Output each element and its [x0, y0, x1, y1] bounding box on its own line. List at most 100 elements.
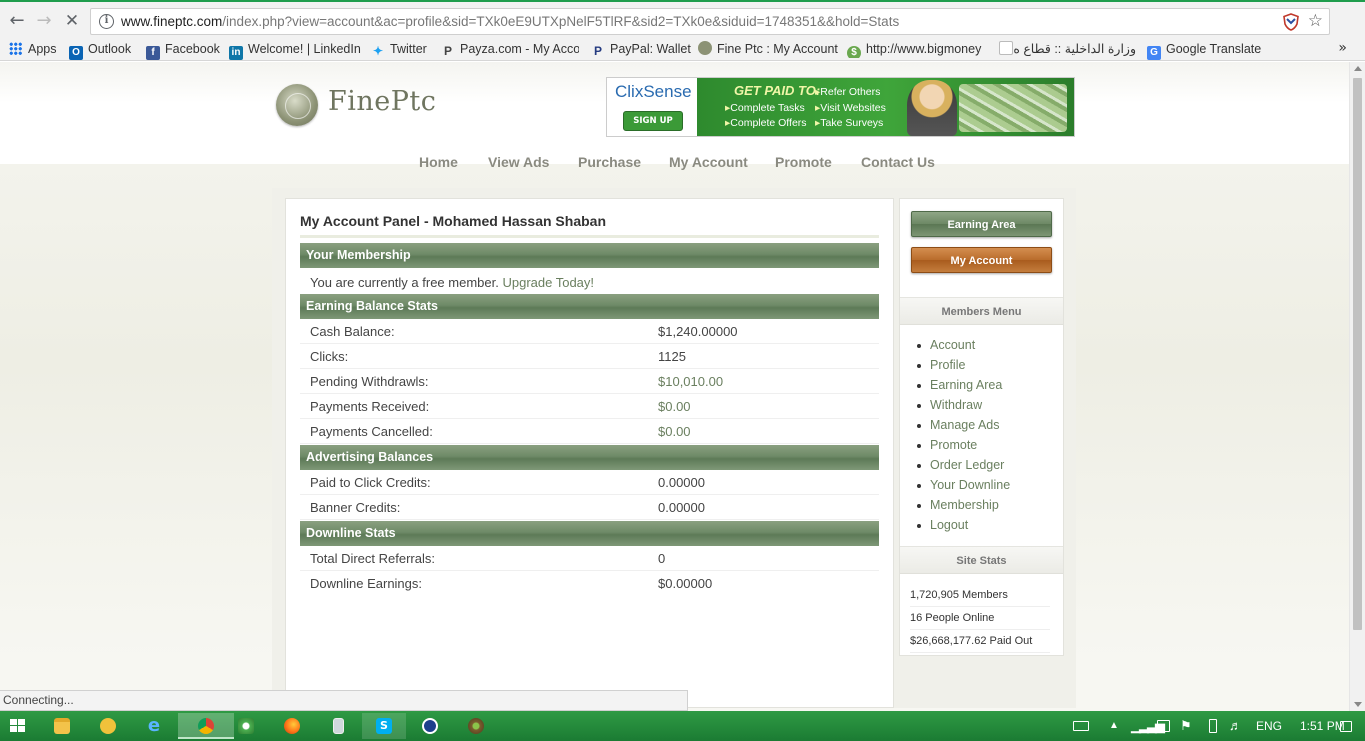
security-shield-icon[interactable]	[1283, 13, 1299, 31]
site-stats-heading: Site Stats	[900, 546, 1063, 574]
file-explorer-icon[interactable]	[40, 713, 84, 739]
bookmark-facebook[interactable]: f Facebook	[146, 40, 220, 60]
pending-withdrawals-value[interactable]: $10,010.00	[658, 369, 723, 394]
skype-icon[interactable]: S	[362, 713, 406, 739]
bookmark-ministry[interactable]: وزارة الداخلية :: قطاع ه	[998, 40, 1136, 58]
account-panel: My Account Panel - Mohamed Hassan Shaban…	[285, 198, 894, 708]
windows-taskbar: e S ▲ ▁▂▃▅ ⚑ ♬ ENG 1:51 PM	[0, 711, 1365, 741]
menu-item-order-ledger[interactable]: Order Ledger	[914, 455, 1010, 475]
menu-item-profile[interactable]: Profile	[914, 355, 1010, 375]
fineptc-seal-logo-icon[interactable]	[276, 84, 318, 126]
paypal-icon: P	[593, 44, 602, 58]
banner-brand: ClixSense	[615, 82, 692, 101]
bookmark-payza[interactable]: P Payza.com - My Acco	[441, 40, 579, 58]
email-app-icon[interactable]	[86, 713, 130, 739]
app-icon[interactable]	[454, 713, 498, 739]
clock-time[interactable]: 1:51 PM	[1300, 711, 1345, 741]
payments-received-value[interactable]: $0.00	[658, 394, 691, 419]
fineptc-icon	[698, 41, 712, 55]
nav-promote[interactable]: Promote	[775, 154, 832, 170]
stat-paid-out: $26,668,177.62 Paid Out	[910, 630, 1050, 653]
bookmarks-bar: Apps O Outlook f Facebook in Welcome! | Lin…	[0, 37, 1365, 61]
ie-alt-icon[interactable]	[408, 713, 452, 739]
downline-earnings-value: $0.00000	[658, 576, 713, 591]
bookmark-linkedin[interactable]: in Welcome! | LinkedIn	[229, 40, 361, 60]
linkedin-icon: in	[229, 46, 243, 60]
bookmark-google-translate[interactable]: G Google Translate	[1147, 40, 1261, 60]
divider	[300, 235, 879, 238]
table-row: Paid to Click Credits: 0.00000	[300, 470, 879, 495]
section-header-advertising: Advertising Balances	[300, 445, 879, 470]
page-scrollbar[interactable]	[1349, 62, 1365, 711]
nav-my-account[interactable]: My Account	[669, 154, 748, 170]
firefox-icon[interactable]	[270, 713, 314, 739]
back-arrow-icon[interactable]: ←	[6, 10, 28, 32]
language-indicator[interactable]: ENG	[1256, 711, 1282, 741]
stat-members: 1,720,905 Members	[910, 584, 1050, 607]
battery-icon[interactable]	[1209, 719, 1217, 733]
table-row: Payments Cancelled: $0.00	[300, 419, 879, 444]
members-menu: Account Profile Earning Area Withdraw Ma…	[914, 335, 1010, 535]
paint-app-icon[interactable]	[224, 713, 268, 739]
keyboard-icon[interactable]	[1073, 721, 1089, 731]
banner-money-image	[959, 84, 1067, 132]
internet-explorer-icon[interactable]: e	[132, 713, 176, 739]
browser-toolbar: ← → ✕ i www.fineptc.com/index.php?view=a…	[0, 0, 1365, 37]
section-header-downline: Downline Stats	[300, 521, 879, 546]
nav-home[interactable]: Home	[419, 154, 458, 170]
menu-item-promote[interactable]: Promote	[914, 435, 1010, 455]
bookmark-star-icon[interactable]: ☆	[1308, 11, 1323, 31]
menu-item-withdraw[interactable]: Withdraw	[914, 395, 1010, 415]
volume-icon[interactable]: ♬	[1229, 711, 1242, 741]
nav-view-ads[interactable]: View Ads	[488, 154, 549, 170]
menu-item-membership[interactable]: Membership	[914, 495, 1010, 515]
windows-start-icon[interactable]	[10, 719, 26, 733]
section-header-earning: Earning Balance Stats	[300, 294, 879, 319]
table-row: Downline Earnings: $0.00000	[300, 571, 879, 596]
menu-item-logout[interactable]: Logout	[914, 515, 1010, 535]
bookmark-outlook[interactable]: O Outlook	[69, 40, 131, 60]
scroll-up-arrow-icon[interactable]	[1354, 66, 1362, 71]
notifications-icon[interactable]	[1340, 721, 1352, 732]
display-icon[interactable]	[1157, 720, 1170, 732]
menu-item-your-downline[interactable]: Your Downline	[914, 475, 1010, 495]
banner-item: Complete Tasks	[725, 102, 805, 114]
row-label: Payments Received:	[310, 399, 430, 414]
earning-area-button[interactable]: Earning Area	[911, 211, 1052, 237]
tray-up-arrow-icon[interactable]: ▲	[1109, 711, 1119, 741]
payments-cancelled-value[interactable]: $0.00	[658, 419, 691, 444]
address-bar[interactable]: i www.fineptc.com/index.php?view=account…	[90, 8, 1330, 35]
stop-loading-icon[interactable]: ✕	[61, 10, 83, 32]
forward-arrow-icon[interactable]: →	[33, 10, 55, 32]
scrollbar-thumb[interactable]	[1353, 78, 1362, 630]
nav-purchase[interactable]: Purchase	[578, 154, 641, 170]
section-header-membership: Your Membership	[300, 243, 879, 268]
members-menu-heading: Members Menu	[900, 297, 1063, 325]
table-row: Total Direct Referrals: 0	[300, 546, 879, 571]
direct-referrals-value: 0	[658, 551, 666, 566]
clixsense-ad-banner[interactable]: ClixSense SIGN UP NOW GET PAID TO: Compl…	[606, 77, 1075, 137]
url-text[interactable]: www.fineptc.com/index.php?view=account&a…	[121, 14, 899, 29]
google-translate-icon: G	[1147, 46, 1161, 60]
bookmark-bigmoney[interactable]: $ http://www.bigmoney	[847, 40, 985, 58]
more-bookmarks-chevron-icon[interactable]: »	[1338, 40, 1347, 56]
site-logo-text[interactable]: FinePtc	[328, 86, 436, 117]
my-account-button[interactable]: My Account	[911, 247, 1052, 273]
nav-contact-us[interactable]: Contact Us	[861, 154, 935, 170]
banner-signup-button[interactable]: SIGN UP NOW	[623, 111, 683, 136]
action-center-flag-icon[interactable]: ⚑	[1180, 711, 1192, 741]
menu-item-manage-ads[interactable]: Manage Ads	[914, 415, 1010, 435]
calculator-icon[interactable]	[316, 713, 360, 739]
menu-item-account[interactable]: Account	[914, 335, 1010, 355]
bookmark-fineptc[interactable]: Fine Ptc : My Account	[698, 40, 838, 58]
sidebar: Earning Area My Account Members Menu Acc…	[899, 198, 1064, 656]
ptc-credits-value: 0.00000	[658, 475, 705, 490]
banner-item: Complete Offers	[725, 117, 806, 129]
bookmark-apps[interactable]: Apps	[9, 40, 57, 58]
bookmark-paypal[interactable]: P PayPal: Wallet	[591, 40, 691, 58]
site-info-icon[interactable]: i	[99, 14, 114, 29]
scroll-down-arrow-icon[interactable]	[1354, 702, 1362, 707]
bookmark-twitter[interactable]: ✦ Twitter	[371, 40, 427, 58]
menu-item-earning-area[interactable]: Earning Area	[914, 375, 1010, 395]
upgrade-link[interactable]: Upgrade Today!	[502, 275, 594, 290]
